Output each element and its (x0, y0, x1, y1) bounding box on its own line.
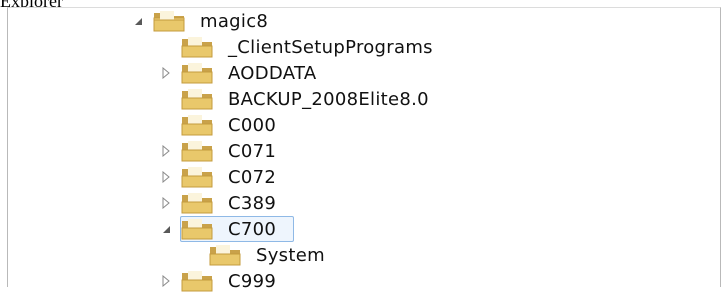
folder-icon (152, 9, 186, 33)
expanded-arrow-icon[interactable] (156, 219, 176, 239)
tree-item-label: _ClientSetupPrograms (228, 36, 433, 58)
folder-icon (180, 113, 214, 137)
tree-item-magic8[interactable]: magic8 (128, 8, 268, 34)
tree-item-label: AODDATA (228, 62, 317, 84)
tree-item-label: C700 (228, 218, 277, 240)
expanded-arrow-icon[interactable] (128, 11, 148, 31)
collapsed-arrow-icon[interactable] (156, 193, 176, 213)
folder-icon (180, 35, 214, 59)
tree-item-label: C999 (228, 270, 277, 292)
collapsed-arrow-icon[interactable] (156, 167, 176, 187)
tree-item-c999[interactable]: C999 (156, 268, 276, 294)
folder-icon (180, 269, 214, 293)
folder-icon (180, 61, 214, 85)
collapsed-arrow-icon[interactable] (156, 271, 176, 291)
tree-item-system[interactable]: System (184, 242, 325, 268)
tree-item-label: C389 (228, 192, 277, 214)
tree-item-c071[interactable]: C071 (156, 138, 276, 164)
folder-icon (180, 139, 214, 163)
tree-item-label: C071 (228, 140, 277, 162)
tree-item-c389[interactable]: C389 (156, 190, 276, 216)
tree-item-label: C000 (228, 114, 277, 136)
tree-item-c072[interactable]: C072 (156, 164, 276, 190)
folder-icon (180, 87, 214, 111)
folder-tree-panel: magic8 _ClientSetupPrograms AODDATA BACK… (7, 7, 721, 292)
no-arrow-spacer (156, 115, 176, 135)
folder-icon (180, 165, 214, 189)
collapsed-arrow-icon[interactable] (156, 141, 176, 161)
tree-item-label: BACKUP_2008Elite8.0 (228, 88, 429, 110)
collapsed-arrow-icon[interactable] (156, 63, 176, 83)
tree-item-label: magic8 (200, 10, 269, 32)
tree-item-c700[interactable]: C700 (156, 216, 294, 242)
folder-icon (180, 217, 214, 241)
tree-item-backup[interactable]: BACKUP_2008Elite8.0 (156, 86, 429, 112)
no-arrow-spacer (184, 245, 204, 265)
no-arrow-spacer (156, 37, 176, 57)
tree-item-label: C072 (228, 166, 277, 188)
no-arrow-spacer (156, 89, 176, 109)
tree-item-c000[interactable]: C000 (156, 112, 276, 138)
tree-item-clientsetupprograms[interactable]: _ClientSetupPrograms (156, 34, 433, 60)
tree-item-aoddata[interactable]: AODDATA (156, 60, 317, 86)
tree-item-label: System (256, 244, 325, 266)
folder-icon (180, 191, 214, 215)
folder-icon (208, 243, 242, 267)
